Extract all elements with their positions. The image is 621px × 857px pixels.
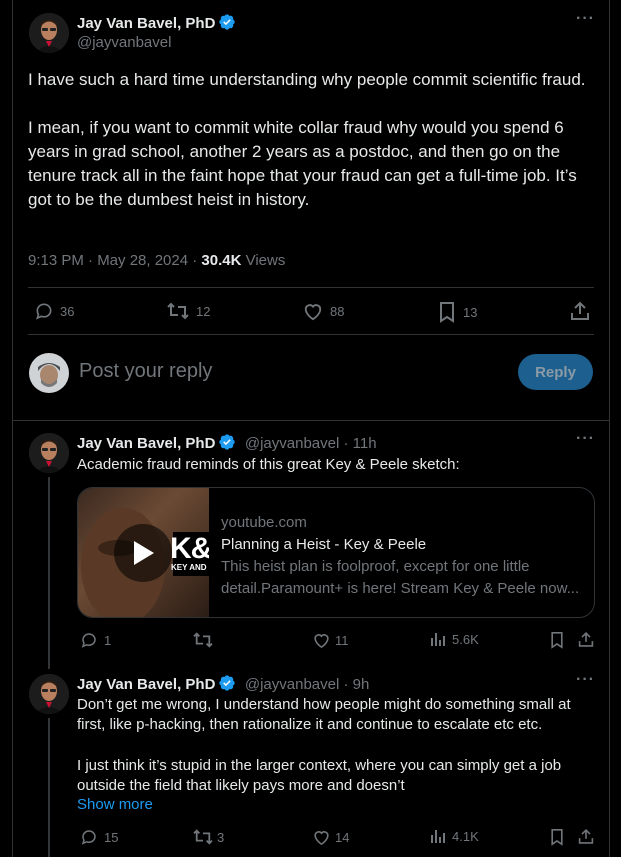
reply-author-name[interactable]: Jay Van Bavel, PhD: [77, 676, 215, 693]
heart-icon: [314, 831, 329, 846]
share-icon: [578, 631, 594, 647]
video-thumbnail: K& KEY AND: [78, 488, 209, 617]
reply-count: 15: [104, 829, 119, 845]
play-button[interactable]: [114, 524, 172, 582]
share-action[interactable]: [578, 631, 594, 648]
tweet-paragraph-2: I mean, if you want to commit white coll…: [28, 118, 577, 209]
bookmark-action[interactable]: [549, 828, 565, 846]
reply-author-name[interactable]: Jay Van Bavel, PhD: [77, 435, 215, 452]
like-action[interactable]: 88: [302, 301, 344, 321]
link-card[interactable]: K& KEY AND youtube.com Planning a Heist …: [77, 487, 595, 618]
views-label: Views: [241, 252, 286, 269]
reply-author-avatar[interactable]: [29, 674, 69, 714]
thumbnail-logo-sub: KEY AND: [171, 563, 207, 572]
user-avatar[interactable]: [29, 353, 69, 393]
card-body: youtube.com Planning a Heist - Key & Pee…: [221, 512, 591, 600]
bookmark-icon: [440, 302, 454, 323]
more-options-icon[interactable]: ···: [576, 430, 595, 448]
play-icon: [134, 541, 154, 565]
reply-header: Jay Van Bavel, PhD @jayvanbavel · 11h: [77, 433, 377, 457]
views-count: 5.6K: [452, 631, 479, 647]
analytics-icon: [431, 633, 445, 646]
repost-count: 12: [196, 303, 211, 319]
views-count: 30.4K: [201, 252, 242, 269]
reply-text-paragraph-2: I just think it’s stupid in the larger c…: [77, 757, 562, 794]
tweet-paragraph-1: I have such a hard time understanding wh…: [28, 70, 586, 89]
repost-action[interactable]: 3: [192, 828, 224, 846]
repost-icon: [167, 302, 189, 320]
views-action[interactable]: 4.1K: [430, 828, 479, 844]
share-icon: [578, 828, 594, 844]
reply-author-handle[interactable]: @jayvanbavel · 9h: [245, 676, 369, 693]
reply-author-avatar[interactable]: [29, 433, 69, 473]
author-avatar[interactable]: [29, 13, 69, 53]
card-description: This heist plan is foolproof, except for…: [221, 558, 580, 597]
card-title: Planning a Heist - Key & Peele: [221, 536, 427, 553]
analytics-icon: [431, 830, 445, 843]
reply-icon: [35, 303, 52, 320]
repost-icon: [193, 829, 213, 845]
avatar-image: [29, 433, 69, 473]
reply-action[interactable]: 36: [34, 301, 74, 321]
tweet-text: I have such a hard time understanding wh…: [28, 68, 588, 212]
reply-input[interactable]: Post your reply: [79, 360, 212, 383]
reply-author-handle[interactable]: @jayvanbavel · 11h: [245, 435, 377, 452]
share-action[interactable]: [570, 301, 590, 321]
like-count: 14: [335, 829, 350, 845]
like-count: 11: [335, 632, 349, 648]
heart-icon: [314, 634, 329, 649]
views-action[interactable]: 5.6K: [430, 631, 479, 647]
reply-text-paragraph-1: Don’t get me wrong, I understand how peo…: [77, 696, 571, 733]
views-count: 4.1K: [452, 828, 479, 844]
tweet-meta: 9:13 PM · May 28, 2024 · 30.4K Views: [28, 252, 285, 269]
more-options-icon[interactable]: ···: [576, 10, 595, 28]
divider: [28, 287, 594, 288]
reply-icon: [81, 830, 96, 845]
bookmark-count: 13: [463, 304, 478, 320]
like-action[interactable]: 14: [312, 828, 349, 846]
thumbnail-logo: K&: [170, 532, 209, 565]
repost-action[interactable]: 12: [166, 301, 210, 321]
reply-text: Academic fraud reminds of this great Key…: [77, 456, 460, 473]
author-handle[interactable]: @jayvanbavel: [77, 34, 171, 51]
heart-icon: [304, 304, 322, 321]
card-domain: youtube.com: [221, 514, 307, 531]
share-icon: [571, 301, 589, 320]
reply-count: 36: [60, 303, 75, 319]
verified-badge-icon: [218, 13, 236, 37]
repost-icon: [193, 632, 213, 648]
divider: [28, 334, 594, 335]
author-name[interactable]: Jay Van Bavel, PhD: [77, 15, 215, 32]
reply-button[interactable]: Reply: [518, 354, 593, 390]
divider: [13, 420, 610, 421]
reply-count: 1: [104, 632, 112, 648]
reply-action[interactable]: 15: [80, 828, 118, 846]
like-count: 88: [330, 303, 345, 319]
bookmark-action[interactable]: [549, 631, 565, 649]
tweet-timestamp[interactable]: 9:13 PM · May 28, 2024 ·: [28, 252, 201, 269]
verified-badge-icon: [218, 433, 236, 457]
bookmark-icon: [551, 829, 563, 846]
avatar-image: [29, 674, 69, 714]
thread-line: [48, 718, 50, 857]
reply-action[interactable]: 1: [80, 631, 111, 649]
repost-count: 3: [217, 829, 225, 845]
more-options-icon[interactable]: ···: [576, 671, 595, 689]
bookmark-icon: [551, 632, 563, 649]
avatar-image: [29, 13, 69, 53]
show-more-link[interactable]: Show more: [77, 796, 153, 813]
reply-icon: [81, 633, 96, 648]
thread-line: [48, 477, 50, 669]
like-action[interactable]: 11: [312, 631, 349, 649]
repost-action[interactable]: [192, 631, 214, 649]
user-avatar-image: [29, 353, 69, 393]
share-action[interactable]: [578, 828, 594, 845]
bookmark-action[interactable]: 13: [437, 301, 477, 323]
